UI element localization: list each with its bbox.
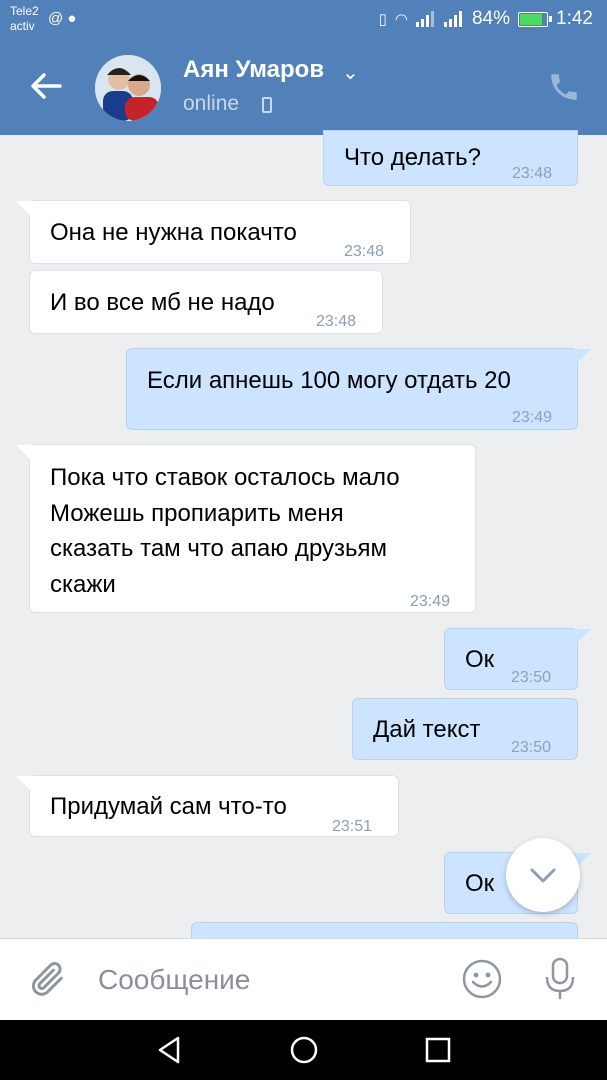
status-right: ▯ ◠ 84% 1:42 (379, 8, 593, 30)
contact-name[interactable]: Аян Умаров (183, 56, 324, 84)
message-text: Ок (465, 646, 495, 673)
message-time: 23:48 (344, 243, 385, 260)
message-bubble-incoming[interactable]: Она не нужна покачто 23:48 (16, 200, 411, 264)
message-bubble-incoming[interactable]: И во все мб не надо 23:48 (29, 270, 383, 334)
message-bubble-outgoing[interactable]: Что делать? 23:48 (323, 130, 578, 186)
message-bubble-outgoing[interactable]: Дай текст 23:50 (352, 698, 578, 760)
message-composer (0, 938, 607, 1021)
mobile-device-icon (262, 97, 272, 113)
chevron-down-icon (530, 868, 556, 883)
message-text: Она не нужна покачто (50, 219, 297, 246)
message-input[interactable] (96, 957, 440, 1003)
bubble-tail (16, 776, 34, 794)
contact-status: online (183, 92, 240, 115)
emoji-icon[interactable] (460, 957, 504, 1001)
signal-icon-2 (443, 11, 462, 27)
message-bubble-outgoing[interactable]: Ок 23:50 (444, 628, 591, 690)
message-line: скажи (50, 570, 116, 598)
bubble-tail (16, 445, 34, 463)
message-text: Придумай сам что-то (50, 793, 287, 820)
message-time: 23:49 (410, 593, 451, 610)
message-text: Что делать? (344, 144, 481, 171)
message-text: И во все мб не надо (50, 289, 275, 316)
battery-percent: 84% (471, 8, 511, 29)
bubble-tail (573, 629, 591, 647)
message-time: 23:51 (332, 818, 373, 835)
message-bubble-incoming[interactable]: Придумай сам что-то 23:51 (16, 775, 399, 837)
chat-bubble-icon: ● (67, 10, 77, 27)
microphone-icon[interactable] (540, 955, 580, 1003)
bubble-tail (16, 201, 34, 219)
scroll-down-button[interactable] (506, 838, 580, 912)
vibrate-icon: ▯ (378, 11, 387, 28)
paperclip-icon[interactable] (28, 959, 68, 999)
nav-home-icon[interactable] (286, 1032, 322, 1068)
message-line: Пока что ставок осталось мало (50, 464, 400, 491)
message-text: Ок (465, 870, 495, 897)
message-text: Если апнешь 100 могу отдать 20 (147, 367, 511, 394)
nav-back-icon[interactable] (152, 1032, 188, 1068)
message-text: Пока что ставок осталось мало Можешь про… (50, 460, 400, 602)
message-line: Можешь пропиарить меня (50, 499, 344, 527)
at-icon: @ (48, 10, 64, 27)
carrier-sub: activ (10, 19, 35, 33)
signal-icon (415, 11, 434, 27)
bubble-tail (573, 349, 591, 367)
chevron-down-icon[interactable]: ⌄ (342, 60, 359, 85)
wifi-icon: ◠ (394, 11, 408, 28)
message-time: 23:48 (316, 313, 357, 330)
phone-call-icon[interactable] (547, 70, 581, 104)
back-arrow-icon[interactable] (26, 66, 66, 106)
message-bubble-incoming[interactable]: Пока что ставок осталось мало Можешь про… (16, 444, 476, 613)
message-bubble-outgoing[interactable]: Если апнешь 100 могу отдать 20 23:49 (126, 348, 591, 430)
status-bar: Tele2 activ @ ● ▯ ◠ 84% 1:42 (0, 0, 607, 40)
avatar[interactable] (95, 55, 161, 121)
battery-icon (518, 11, 553, 27)
clock: 1:42 (556, 8, 593, 29)
message-time: 23:50 (511, 739, 552, 756)
carrier-name: Tele2 (10, 4, 39, 18)
message-text: Дай текст (373, 716, 481, 743)
message-time: 23:49 (512, 409, 553, 426)
message-time: 23:50 (511, 669, 552, 686)
chat-header: Аян Умаров ⌄ online (0, 40, 607, 135)
carrier-label: Tele2 activ (10, 4, 39, 34)
message-line: сказать там что апаю друзьям (50, 535, 388, 562)
system-nav-bar (0, 1020, 607, 1080)
message-time: 23:48 (512, 165, 553, 182)
nav-recents-icon[interactable] (420, 1032, 456, 1068)
notification-icons: @ ● (48, 10, 76, 27)
